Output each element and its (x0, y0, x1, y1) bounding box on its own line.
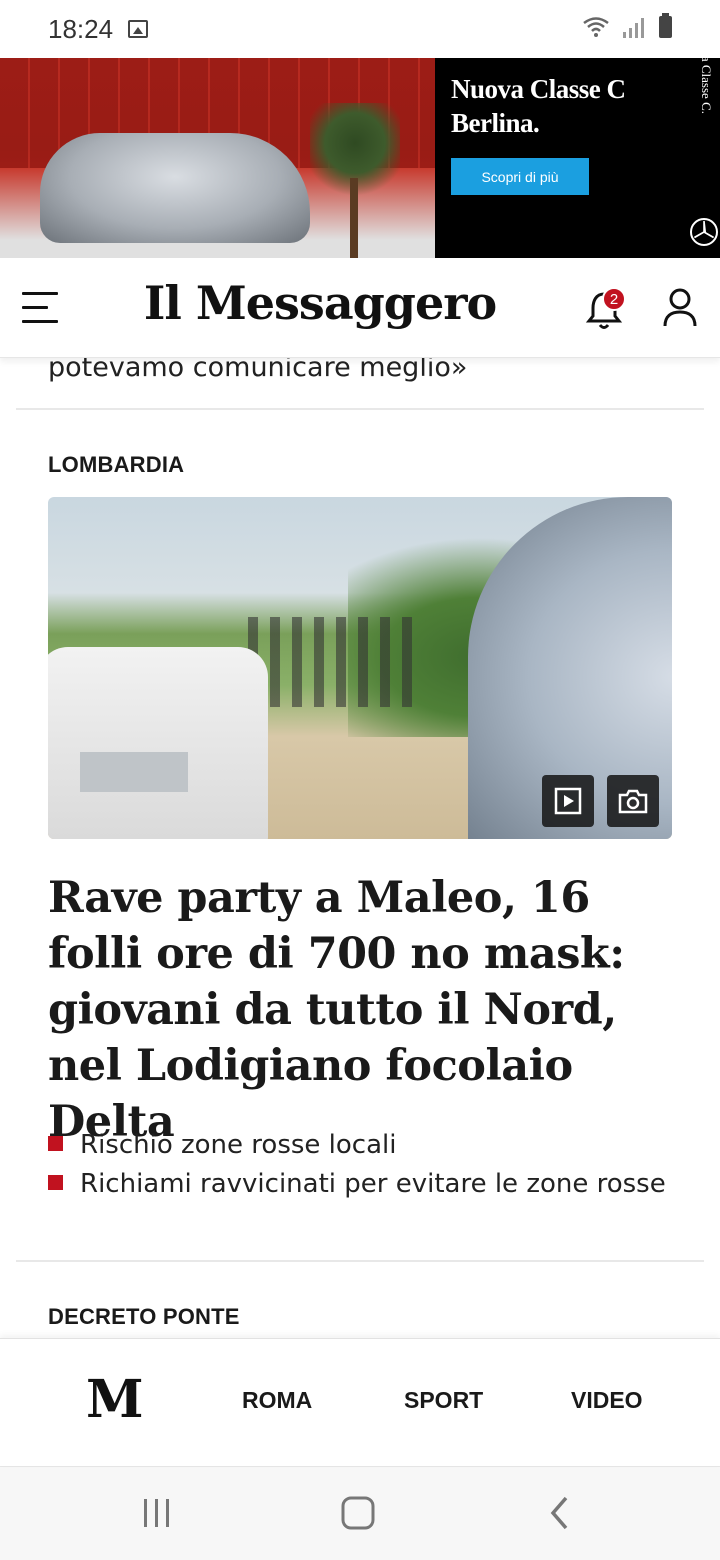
signal-icon (623, 16, 645, 38)
ad-cta-button[interactable]: Scopri di più (451, 158, 589, 195)
battery-icon (659, 13, 672, 38)
article-kicker[interactable]: LOMBARDIA (48, 452, 184, 478)
article-headline[interactable]: Rave party a Maleo, 16 folli ore di 700 … (48, 870, 678, 1150)
related-link-label[interactable]: Richiami ravvicinati per evitare le zone… (80, 1169, 666, 1199)
related-link[interactable]: Rischio zone rosse locali (48, 1126, 678, 1165)
site-header: Il Messaggero 2 (0, 258, 720, 358)
photo-gallery-button[interactable] (607, 775, 659, 827)
home-icon[interactable] (340, 1495, 376, 1531)
video-play-button[interactable] (542, 775, 594, 827)
ad-image[interactable] (0, 58, 435, 258)
play-icon (554, 787, 582, 815)
recent-apps-icon[interactable] (140, 1497, 174, 1529)
ad-banner[interactable]: Nuova Classe C Berlina. Scopri di più Nu… (0, 27, 720, 258)
previous-article-title[interactable]: potevamo comunicare meglio» (48, 358, 467, 383)
status-time: 18:24 (48, 14, 114, 44)
system-navigation-bar (0, 1466, 720, 1560)
article-photo[interactable] (48, 497, 672, 839)
news-feed: potevamo comunicare meglio» LOMBARDIA Ra… (0, 358, 720, 1338)
wifi-icon (583, 16, 609, 38)
back-icon[interactable] (546, 1495, 574, 1531)
ad-vertical-text: Nuova Classe C. (699, 26, 714, 114)
related-link[interactable]: Richiami ravvicinati per evitare le zone… (48, 1165, 678, 1204)
nav-item-sport[interactable]: SPORT (404, 1387, 483, 1414)
ad-headline: Nuova Classe C Berlina. (451, 72, 720, 140)
ad-headline-line1: Nuova Classe C (451, 74, 626, 104)
bottom-navigation: M ROMA SPORT VIDEO (0, 1338, 720, 1466)
nav-item-roma[interactable]: ROMA (242, 1387, 312, 1414)
bullet-square (48, 1136, 63, 1151)
gallery-notification-icon (128, 20, 148, 38)
nav-item-video[interactable]: VIDEO (571, 1387, 643, 1414)
mercedes-star-icon (690, 218, 718, 246)
divider (16, 1260, 704, 1262)
camera-icon (618, 789, 648, 814)
next-section-kicker[interactable]: DECRETO PONTE (48, 1304, 240, 1330)
related-link-label[interactable]: Rischio zone rosse locali (80, 1130, 396, 1160)
bullet-square (48, 1175, 63, 1190)
divider (16, 408, 704, 410)
site-logo[interactable]: Il Messaggero (130, 276, 510, 330)
user-account-icon[interactable] (660, 286, 700, 330)
hamburger-menu-icon[interactable] (22, 292, 58, 324)
ad-headline-line2: Berlina. (451, 108, 540, 138)
ad-car-image (40, 133, 310, 243)
status-bar: 18:24 (0, 0, 720, 58)
ad-text-panel[interactable]: Nuova Classe C Berlina. Scopri di più Nu… (435, 27, 720, 258)
notifications-button[interactable]: 2 (584, 287, 626, 332)
notification-badge: 2 (602, 287, 626, 311)
home-logo-button[interactable]: M (86, 1369, 144, 1430)
status-icons (583, 13, 672, 38)
